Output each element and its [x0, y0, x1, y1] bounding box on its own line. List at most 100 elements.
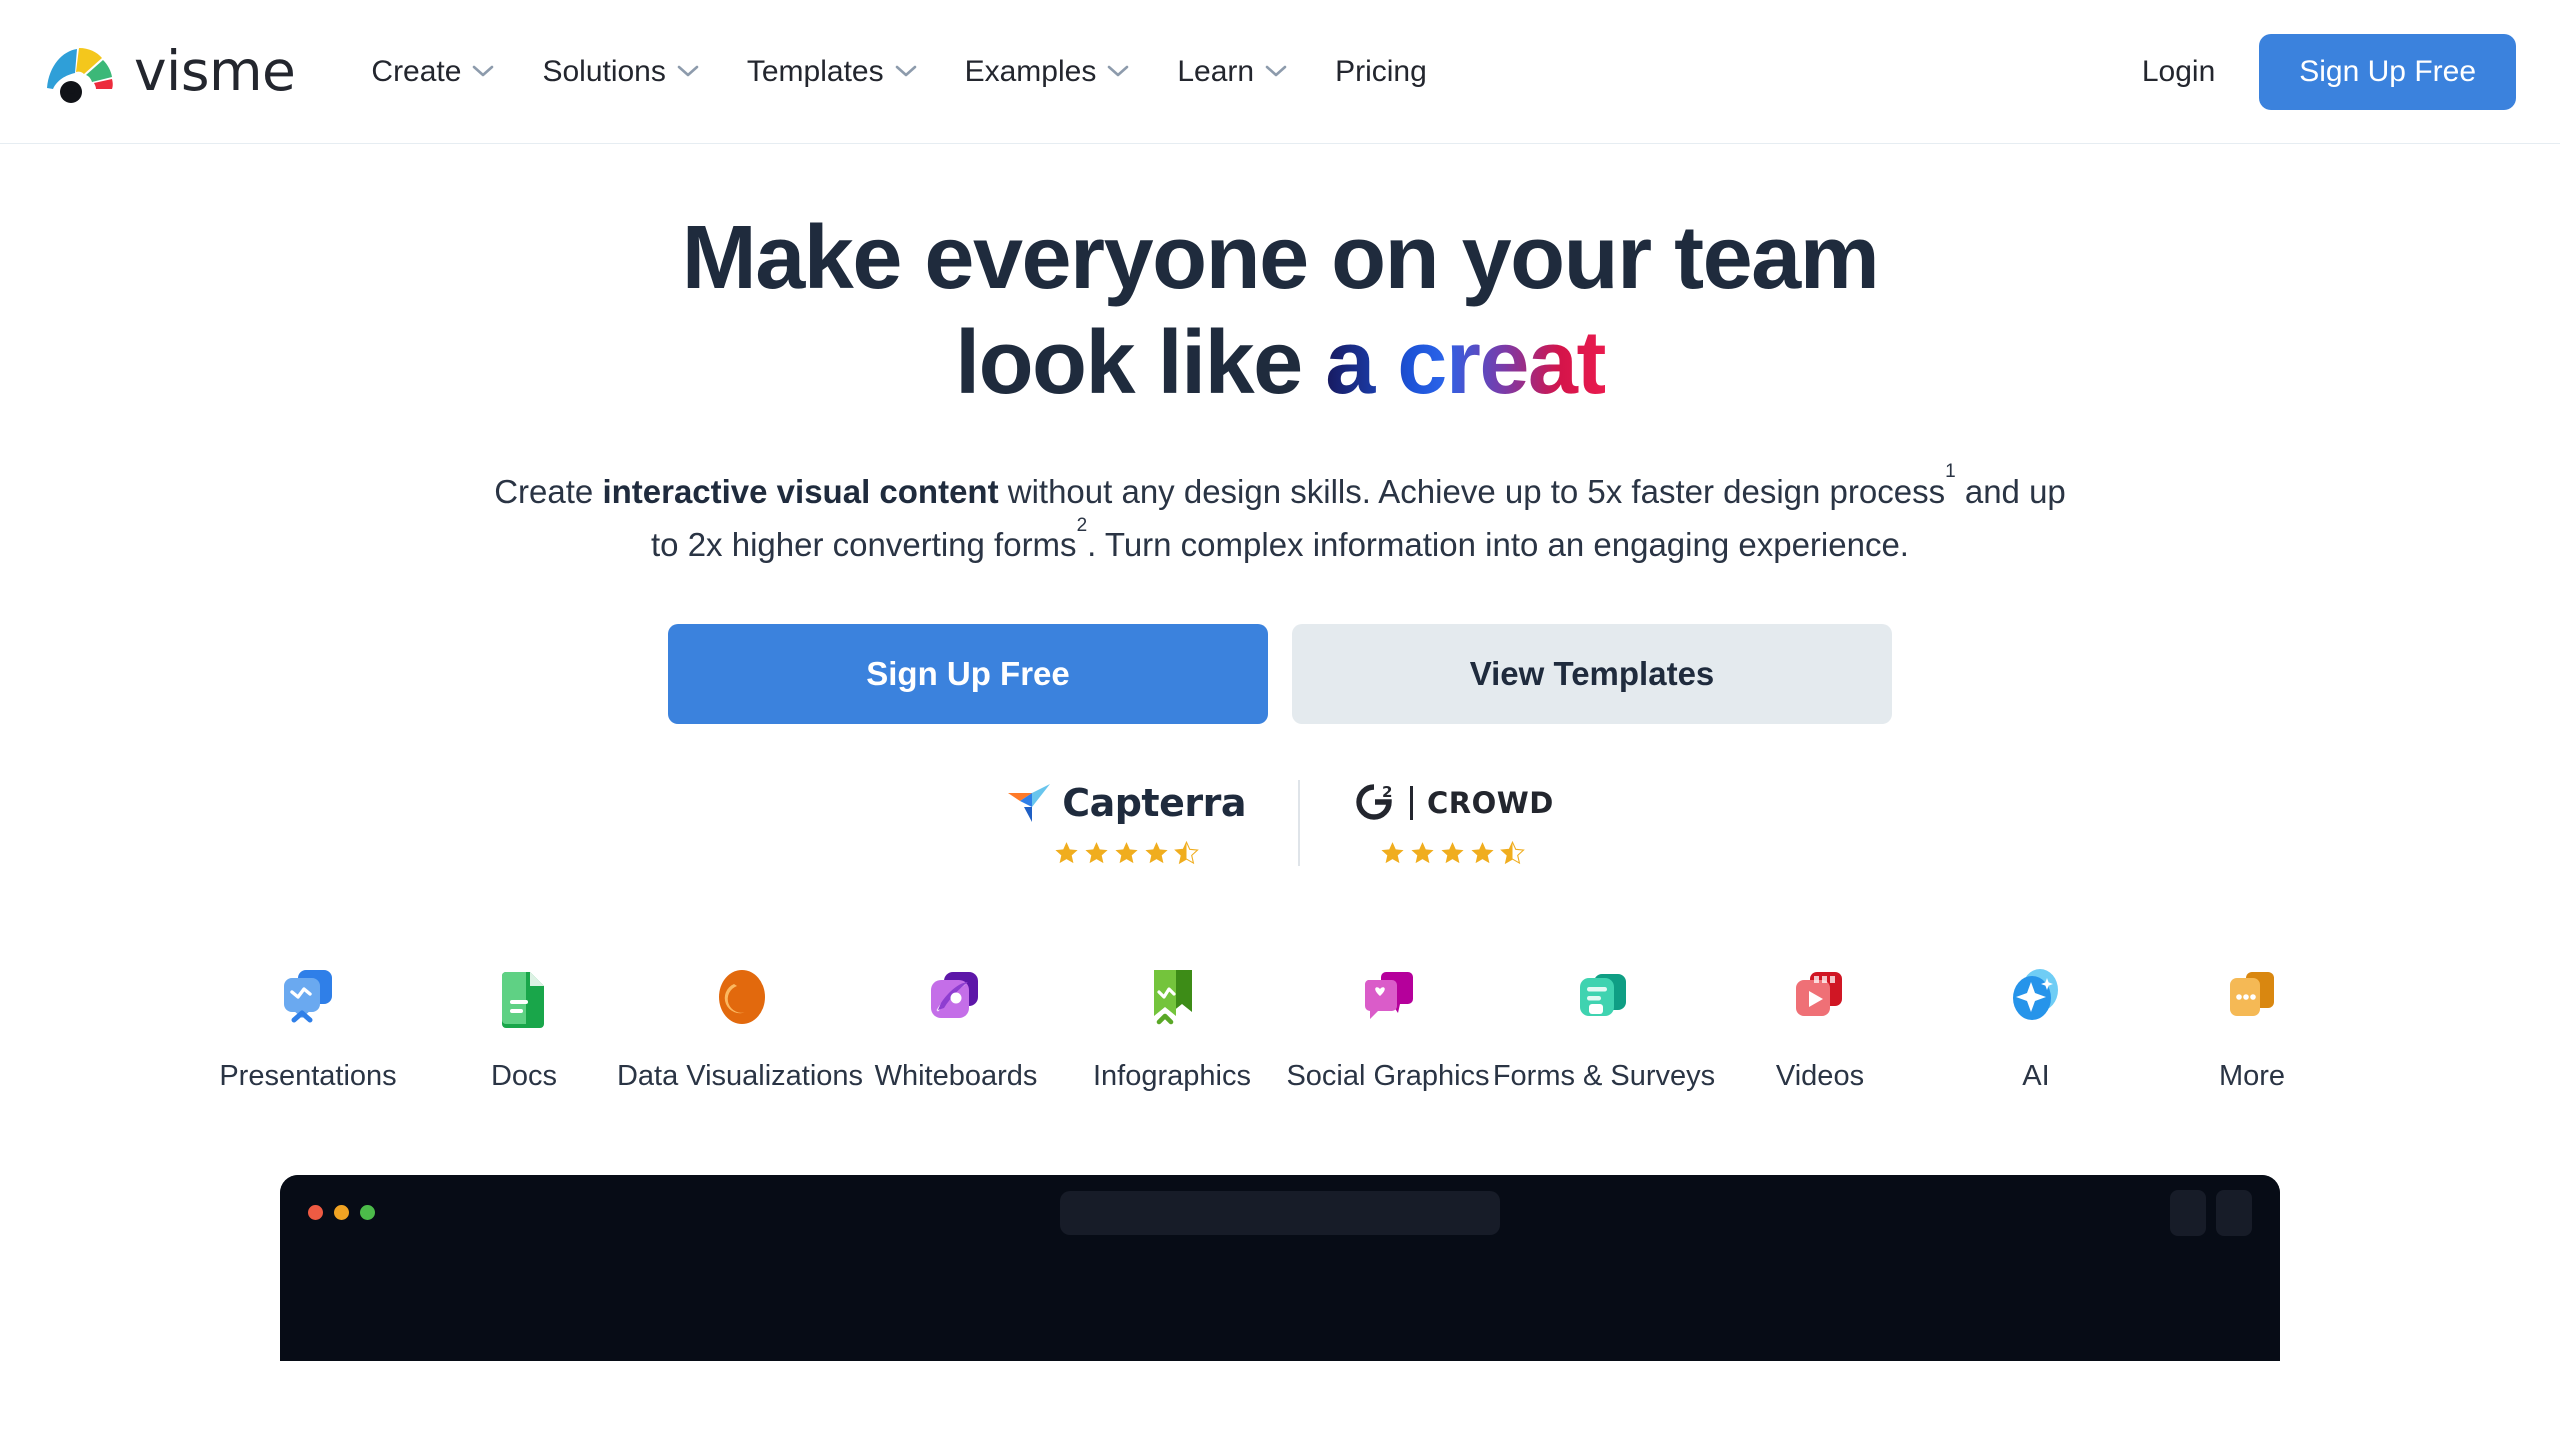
brand-wordmark: visme	[134, 39, 296, 103]
category-more[interactable]: More	[2144, 962, 2360, 1093]
category-data-visualizations[interactable]: Data Visualizations	[617, 962, 863, 1093]
nav-item-create[interactable]: Create	[347, 45, 518, 99]
g2-star-rating	[1379, 840, 1526, 866]
star-full-icon	[1145, 841, 1168, 863]
hero-section: Make everyone on your team look like a c…	[0, 144, 2560, 1361]
banner-infographic-icon	[1154, 969, 1192, 1024]
browser-button-1[interactable]	[2170, 1189, 2206, 1236]
chevron-down-icon	[1108, 65, 1129, 77]
document-icon	[502, 971, 544, 1028]
category-label: Social Graphics	[1286, 1059, 1490, 1092]
star-full-icon	[1471, 841, 1494, 863]
g2-logo-icon: 2	[1356, 783, 1392, 820]
chevron-down-icon	[1265, 65, 1287, 77]
chevron-down-icon	[473, 65, 494, 77]
hero-view-templates-button[interactable]: View Templates	[1292, 623, 1892, 724]
nav-label: Templates	[746, 54, 884, 88]
footnote-marker-1: 1	[1945, 461, 1956, 483]
badge-g2-crowd[interactable]: 2 CROWD	[1297, 779, 1606, 866]
nav-label: Create	[371, 54, 462, 88]
category-label: Forms & Surveys	[1492, 1059, 1716, 1092]
form-stack-icon	[1580, 973, 1626, 1016]
presentation-icon	[284, 969, 332, 1022]
category-label: Data Visualizations	[616, 1059, 864, 1092]
svg-text:2: 2	[1382, 783, 1392, 801]
star-full-icon	[1441, 841, 1464, 863]
category-presentations[interactable]: Presentations	[200, 962, 416, 1093]
nav-item-solutions[interactable]: Solutions	[518, 45, 722, 99]
chat-heart-icon	[1364, 971, 1413, 1019]
nav-item-examples[interactable]: Examples	[941, 45, 1154, 99]
chevron-down-icon	[677, 65, 699, 77]
category-label: Presentations	[219, 1059, 397, 1092]
brand-logo-link[interactable]: visme	[44, 39, 296, 103]
pie-chart-icon	[714, 969, 765, 1024]
category-label: Whiteboards	[874, 1059, 1038, 1092]
traffic-lights	[308, 1205, 375, 1220]
maximize-dot-icon[interactable]	[360, 1205, 375, 1220]
category-infographics[interactable]: Infographics	[1064, 962, 1280, 1093]
browser-action-buttons	[2170, 1189, 2252, 1236]
category-label: Infographics	[1093, 1059, 1251, 1092]
star-half-icon	[1173, 840, 1199, 864]
site-header: visme Create Solutions Templates Example…	[0, 0, 2560, 144]
browser-button-2[interactable]	[2216, 1189, 2252, 1236]
nav-item-pricing[interactable]: Pricing	[1311, 45, 1451, 99]
login-link[interactable]: Login	[2136, 47, 2221, 97]
main-nav: Create Solutions Templates Examples Lear…	[347, 45, 1450, 99]
browser-frame	[280, 1174, 2280, 1361]
g2-divider	[1409, 785, 1413, 820]
star-full-icon	[1381, 841, 1404, 863]
capterra-star-rating	[1053, 840, 1200, 866]
category-label: Docs	[490, 1059, 558, 1092]
footnote-marker-2: 2	[1076, 514, 1088, 536]
close-dot-icon[interactable]	[308, 1205, 323, 1220]
nav-item-templates[interactable]: Templates	[723, 45, 941, 99]
category-label: More	[2218, 1059, 2286, 1092]
category-videos[interactable]: Videos	[1712, 962, 1928, 1093]
nav-label: Learn	[1177, 54, 1255, 88]
hero-subtitle: Create interactive visual content withou…	[485, 461, 2075, 572]
subtitle-part-1: Create	[494, 472, 603, 510]
capterra-logo-icon	[1008, 783, 1051, 822]
subtitle-part-4: . Turn complex information into an engag…	[1087, 526, 1909, 564]
category-docs[interactable]: Docs	[416, 962, 632, 1093]
nav-label: Pricing	[1335, 54, 1427, 88]
hero-title-gradient-word: a creat	[1325, 313, 1606, 414]
star-full-icon	[1115, 841, 1138, 863]
url-bar[interactable]	[1060, 1190, 1500, 1235]
signup-free-button[interactable]: Sign Up Free	[2259, 33, 2516, 110]
header-actions: Login Sign Up Free	[2136, 33, 2516, 110]
subtitle-part-2: without any design skills. Achieve up to…	[998, 472, 1946, 510]
star-full-icon	[1085, 841, 1108, 863]
badge-capterra[interactable]: Capterra	[954, 780, 1298, 866]
video-play-icon	[1796, 971, 1842, 1016]
ai-sparkle-icon	[2013, 968, 2058, 1020]
category-label: AI	[2022, 1059, 2050, 1092]
category-ai[interactable]: AI	[1928, 962, 2144, 1093]
review-badges: Capterra 2 CROWD	[0, 779, 2560, 866]
minimize-dot-icon[interactable]	[334, 1205, 349, 1220]
nav-item-learn[interactable]: Learn	[1153, 45, 1311, 99]
star-half-icon	[1500, 840, 1526, 864]
category-forms-surveys[interactable]: Forms & Surveys	[1492, 962, 1716, 1093]
hero-signup-free-button[interactable]: Sign Up Free	[668, 623, 1268, 724]
g2-crowd-logo: 2 CROWD	[1352, 780, 1554, 826]
category-label: Videos	[1775, 1059, 1865, 1092]
browser-chrome-bar	[280, 1174, 2280, 1251]
browser-content-preview	[280, 1251, 2280, 1361]
star-full-icon	[1055, 841, 1078, 863]
hero-title-line1: Make everyone on your team	[681, 208, 1880, 308]
g2-crowd-wordmark: CROWD	[1426, 785, 1554, 820]
star-full-icon	[1411, 841, 1434, 863]
rocket-whiteboard-icon	[931, 971, 978, 1018]
category-social-graphics[interactable]: Social Graphics	[1280, 962, 1496, 1093]
more-cards-icon	[2230, 971, 2274, 1016]
chevron-down-icon	[895, 65, 916, 77]
browser-mockup	[280, 1174, 2280, 1361]
capterra-logo: Capterra	[1006, 780, 1246, 826]
category-whiteboards[interactable]: Whiteboards	[848, 962, 1064, 1093]
visme-chameleon-logo-icon	[47, 47, 113, 103]
page-title: Make everyone on your team look like a c…	[460, 206, 2100, 417]
category-row: Presentations Docs Data Visualizations W…	[0, 962, 2560, 1093]
